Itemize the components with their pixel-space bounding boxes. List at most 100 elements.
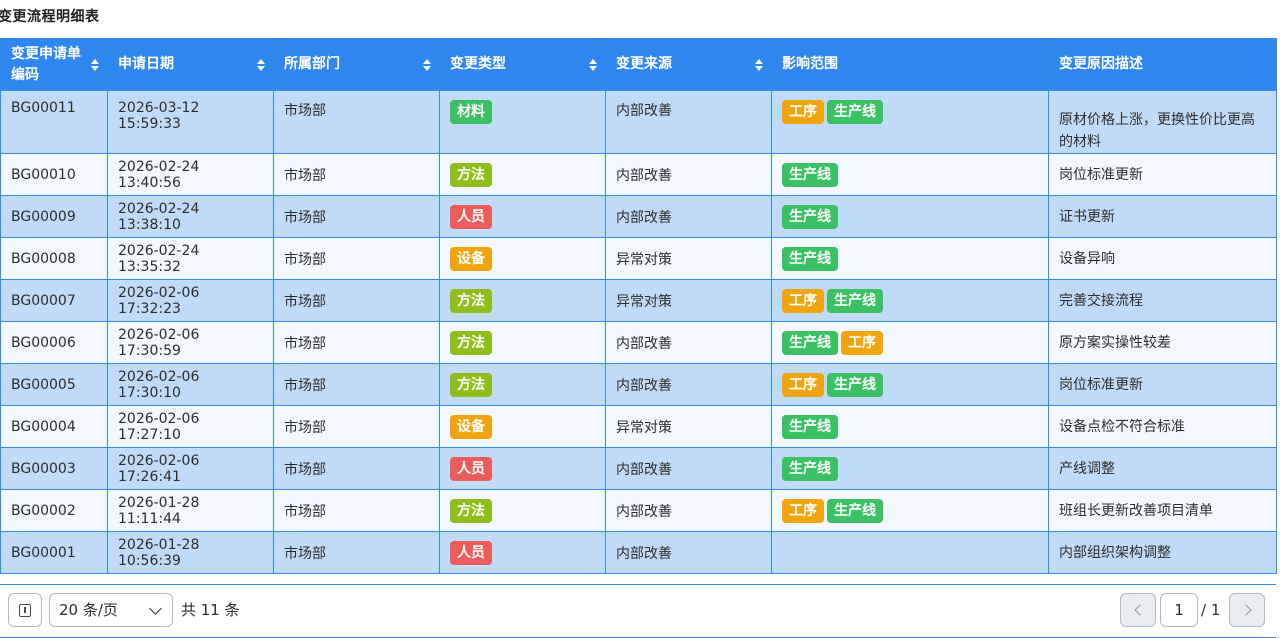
change-type-tag: 人员 bbox=[450, 456, 492, 481]
cell-date: 2026-01-28 10:56:39 bbox=[107, 531, 274, 574]
current-page-input[interactable]: 1 bbox=[1160, 593, 1198, 627]
cell-date: 2026-02-06 17:26:41 bbox=[107, 447, 274, 490]
cell-dept: 市场部 bbox=[273, 153, 440, 196]
cell-type: 方法 bbox=[439, 363, 606, 406]
cell-dept: 市场部 bbox=[273, 237, 440, 280]
chevron-down-icon bbox=[149, 602, 162, 615]
cell-reason: 岗位标准更新 bbox=[1048, 153, 1277, 196]
cell-scope: 工序 生产线 bbox=[771, 363, 1049, 406]
scope-tag: 生产线 bbox=[782, 162, 838, 187]
change-type-tag: 设备 bbox=[450, 246, 492, 271]
cell-date: 2026-02-06 17:27:10 bbox=[107, 405, 274, 448]
panel-toggle-button[interactable] bbox=[8, 593, 42, 627]
reason-text: 内部组织架构调整 bbox=[1059, 544, 1171, 561]
table-row[interactable]: BG00006 2026-02-06 17:30:59 市场部 方法 内部改善 生产线 工序… bbox=[0, 321, 1277, 364]
cell-reason: 内部组织架构调整 bbox=[1048, 531, 1277, 574]
table-row[interactable]: BG00002 2026-01-28 11:11:44 市场部 方法 内部改善 工序 生产线… bbox=[0, 489, 1277, 532]
change-type-tag: 方法 bbox=[450, 498, 492, 523]
table-row[interactable]: BG00007 2026-02-06 17:32:23 市场部 方法 异常对策 工序 生产线… bbox=[0, 279, 1277, 322]
cell-code: BG00003 bbox=[0, 447, 108, 490]
page-size-select[interactable]: 20 条/页 bbox=[49, 593, 173, 627]
table-row[interactable]: BG00005 2026-02-06 17:30:10 市场部 方法 内部改善 工序 生产线… bbox=[0, 363, 1277, 406]
cell-date: 2026-02-06 17:30:59 bbox=[107, 321, 274, 364]
cell-scope: 生产线 bbox=[771, 195, 1049, 238]
reason-text: 设备点检不符合标准 bbox=[1059, 418, 1185, 435]
reason-text: 原方案实操性较差 bbox=[1059, 334, 1171, 351]
column-header-type[interactable]: 变更类型 bbox=[439, 38, 606, 91]
table-row[interactable]: BG00010 2026-02-24 13:40:56 市场部 方法 内部改善 生产线 岗位… bbox=[0, 153, 1277, 196]
cell-dept: 市场部 bbox=[273, 489, 440, 532]
column-header-date[interactable]: 申请日期 bbox=[107, 38, 274, 91]
cell-source: 内部改善 bbox=[605, 153, 772, 196]
column-header-dept[interactable]: 所属部门 bbox=[273, 38, 440, 91]
cell-scope: 生产线 工序 bbox=[771, 321, 1049, 364]
cell-source: 内部改善 bbox=[605, 90, 772, 154]
table-row[interactable]: BG00003 2026-02-06 17:26:41 市场部 人员 内部改善 生产线 产线… bbox=[0, 447, 1277, 490]
scope-tag: 工序 bbox=[782, 288, 824, 313]
cell-source: 异常对策 bbox=[605, 279, 772, 322]
total-count: 共 11 条 bbox=[181, 601, 240, 619]
cell-dept: 市场部 bbox=[273, 321, 440, 364]
pagination-bar: 20 条/页 共 11 条 1 / 1 bbox=[0, 584, 1276, 638]
scope-tag: 生产线 bbox=[782, 330, 838, 355]
change-type-tag: 方法 bbox=[450, 288, 492, 313]
cell-source: 内部改善 bbox=[605, 531, 772, 574]
cell-reason: 岗位标准更新 bbox=[1048, 363, 1277, 406]
cell-type: 人员 bbox=[439, 447, 606, 490]
scope-tag: 工序 bbox=[782, 498, 824, 523]
cell-date: 2026-01-28 11:11:44 bbox=[107, 489, 274, 532]
cell-scope: 生产线 bbox=[771, 237, 1049, 280]
panel-toggle-icon bbox=[19, 604, 31, 617]
cell-source: 内部改善 bbox=[605, 447, 772, 490]
change-type-tag: 方法 bbox=[450, 372, 492, 397]
next-page-button[interactable] bbox=[1229, 593, 1265, 627]
cell-reason: 证书更新 bbox=[1048, 195, 1277, 238]
cell-code: BG00011 bbox=[0, 90, 108, 154]
chevron-left-icon bbox=[1134, 604, 1146, 616]
cell-code: BG00009 bbox=[0, 195, 108, 238]
page-size-label: 20 条/页 bbox=[59, 601, 118, 619]
table-row[interactable]: BG00011 2026-03-12 15:59:33 市场部 材料 内部改善 工序 生产线… bbox=[0, 90, 1277, 154]
scope-tag: 工序 bbox=[841, 330, 883, 355]
cell-dept: 市场部 bbox=[273, 363, 440, 406]
cell-type: 人员 bbox=[439, 195, 606, 238]
reason-text: 证书更新 bbox=[1059, 208, 1115, 225]
reason-text: 原材价格上涨，更换性价比更高的材料 bbox=[1059, 112, 1255, 150]
scope-tag: 生产线 bbox=[827, 100, 883, 124]
cell-date: 2026-02-24 13:40:56 bbox=[107, 153, 274, 196]
reason-text: 完善交接流程 bbox=[1059, 292, 1143, 309]
reason-text: 班组长更新改善项目清单 bbox=[1059, 502, 1213, 519]
sort-icon[interactable] bbox=[91, 58, 99, 72]
sort-icon[interactable] bbox=[257, 58, 265, 72]
prev-page-button[interactable] bbox=[1120, 593, 1156, 627]
cell-date: 2026-02-24 13:38:10 bbox=[107, 195, 274, 238]
cell-source: 内部改善 bbox=[605, 363, 772, 406]
cell-code: BG00002 bbox=[0, 489, 108, 532]
cell-date: 2026-02-06 17:32:23 bbox=[107, 279, 274, 322]
cell-code: BG00008 bbox=[0, 237, 108, 280]
sort-icon[interactable] bbox=[589, 58, 597, 72]
column-header-code[interactable]: 变更申请单编码 bbox=[0, 38, 108, 91]
reason-text: 岗位标准更新 bbox=[1059, 376, 1143, 393]
table-row[interactable]: BG00008 2026-02-24 13:35:32 市场部 设备 异常对策 生产线 设备… bbox=[0, 237, 1277, 280]
cell-date: 2026-02-06 17:30:10 bbox=[107, 363, 274, 406]
cell-source: 内部改善 bbox=[605, 195, 772, 238]
cell-scope: 工序 生产线 bbox=[771, 90, 1049, 154]
cell-source: 异常对策 bbox=[605, 405, 772, 448]
sort-icon[interactable] bbox=[423, 58, 431, 72]
scope-tag: 生产线 bbox=[827, 498, 883, 523]
table-row[interactable]: BG00001 2026-01-28 10:56:39 市场部 人员 内部改善 内部组织架… bbox=[0, 531, 1277, 574]
change-type-tag: 人员 bbox=[450, 540, 492, 565]
table-row[interactable]: BG00004 2026-02-06 17:27:10 市场部 设备 异常对策 生产线 设备… bbox=[0, 405, 1277, 448]
column-header-source[interactable]: 变更来源 bbox=[605, 38, 772, 91]
scope-tag: 生产线 bbox=[782, 414, 838, 439]
cell-date: 2026-03-12 15:59:33 bbox=[107, 90, 274, 154]
reason-text: 产线调整 bbox=[1059, 460, 1115, 477]
column-header-scope: 影响范围 bbox=[771, 38, 1049, 91]
table-row[interactable]: BG00009 2026-02-24 13:38:10 市场部 人员 内部改善 生产线 证书… bbox=[0, 195, 1277, 238]
cell-type: 人员 bbox=[439, 531, 606, 574]
scope-tag: 生产线 bbox=[782, 204, 838, 229]
sort-icon[interactable] bbox=[755, 58, 763, 72]
cell-reason: 设备异响 bbox=[1048, 237, 1277, 280]
column-header-reason: 变更原因描述 bbox=[1048, 38, 1277, 91]
